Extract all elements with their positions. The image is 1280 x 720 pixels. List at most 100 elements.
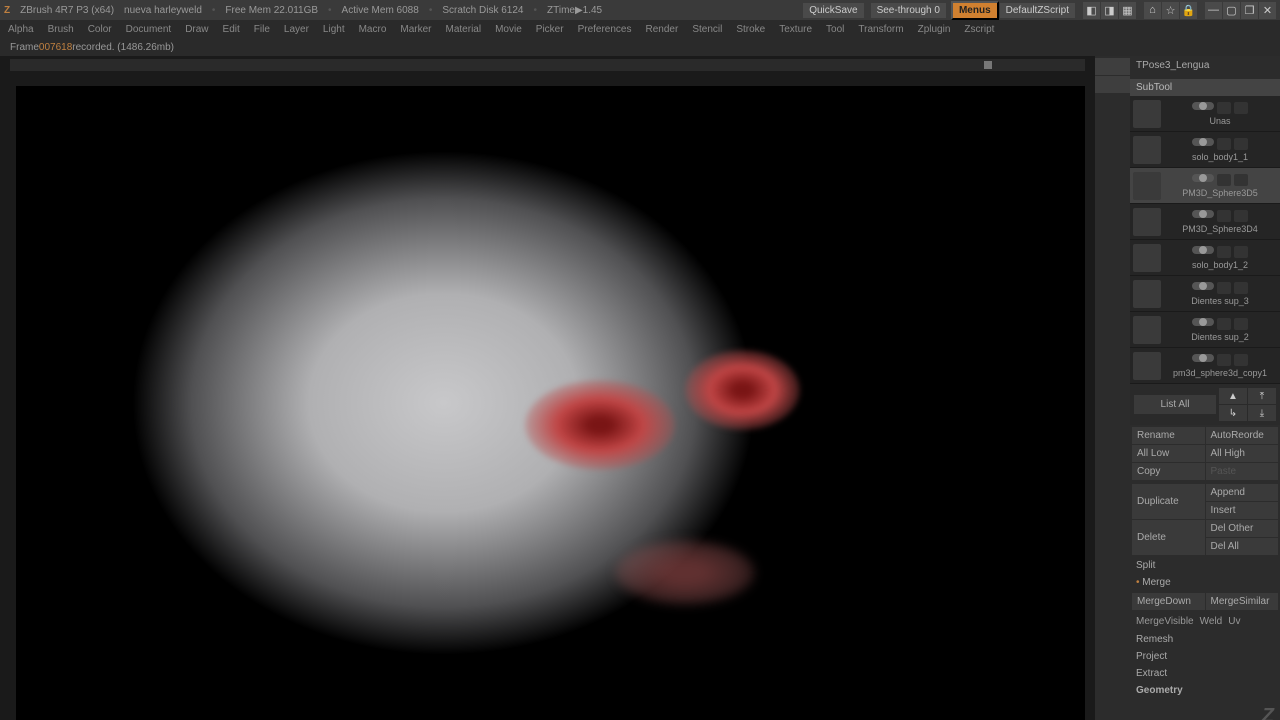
menu-tool[interactable]: Tool bbox=[826, 24, 844, 35]
polypaint-icon[interactable] bbox=[1217, 102, 1231, 114]
tray-icon-2[interactable]: ◨ bbox=[1101, 2, 1118, 19]
lightbox-icon[interactable]: ☆ bbox=[1162, 2, 1179, 19]
merge-down-button[interactable]: MergeDown bbox=[1132, 593, 1205, 610]
minimize-icon[interactable]: — bbox=[1205, 2, 1222, 19]
visibility-toggle[interactable] bbox=[1192, 174, 1214, 182]
lock-icon[interactable]: 🔒 bbox=[1180, 2, 1197, 19]
restore-icon[interactable]: ❐ bbox=[1241, 2, 1258, 19]
quicksave-button[interactable]: QuickSave bbox=[803, 3, 863, 18]
subtool-row[interactable]: solo_body1_1 bbox=[1130, 132, 1280, 168]
menu-macro[interactable]: Macro bbox=[359, 24, 387, 35]
viewport-timeline[interactable] bbox=[10, 59, 1085, 71]
eye-icon[interactable] bbox=[1234, 174, 1248, 186]
menu-file[interactable]: File bbox=[254, 24, 270, 35]
split-section[interactable]: Split bbox=[1130, 557, 1280, 574]
viewport-canvas[interactable] bbox=[16, 86, 1085, 720]
all-low-button[interactable]: All Low bbox=[1132, 445, 1205, 462]
merge-section[interactable]: Merge bbox=[1130, 574, 1280, 591]
see-through-button[interactable]: See-through 0 bbox=[871, 3, 946, 18]
shelf-icon[interactable] bbox=[1095, 76, 1130, 93]
copy-button[interactable]: Copy bbox=[1132, 463, 1205, 480]
polypaint-icon[interactable] bbox=[1217, 318, 1231, 330]
polypaint-icon[interactable] bbox=[1217, 174, 1231, 186]
eye-icon[interactable] bbox=[1234, 282, 1248, 294]
polypaint-icon[interactable] bbox=[1217, 210, 1231, 222]
merge-visible-button[interactable]: MergeVisible bbox=[1136, 614, 1194, 629]
all-high-button[interactable]: All High bbox=[1206, 445, 1279, 462]
menu-material[interactable]: Material bbox=[446, 24, 482, 35]
close-icon[interactable]: ✕ bbox=[1259, 2, 1276, 19]
merge-similar-button[interactable]: MergeSimilar bbox=[1206, 593, 1279, 610]
menu-zplugin[interactable]: Zplugin bbox=[918, 24, 951, 35]
polypaint-icon[interactable] bbox=[1217, 354, 1231, 366]
project-section[interactable]: Project bbox=[1130, 648, 1280, 665]
del-other-button[interactable]: Del Other bbox=[1206, 520, 1279, 537]
menu-stencil[interactable]: Stencil bbox=[692, 24, 722, 35]
menu-draw[interactable]: Draw bbox=[185, 24, 208, 35]
polypaint-icon[interactable] bbox=[1217, 246, 1231, 258]
subtool-row[interactable]: solo_body1_2 bbox=[1130, 240, 1280, 276]
append-button[interactable]: Append bbox=[1206, 484, 1279, 501]
visibility-toggle[interactable] bbox=[1192, 246, 1214, 254]
visibility-toggle[interactable] bbox=[1192, 282, 1214, 290]
rename-button[interactable]: Rename bbox=[1132, 427, 1205, 444]
list-all-button[interactable]: List All bbox=[1134, 395, 1216, 414]
eye-icon[interactable] bbox=[1234, 318, 1248, 330]
tray-icon[interactable]: ◧ bbox=[1083, 2, 1100, 19]
menu-edit[interactable]: Edit bbox=[223, 24, 240, 35]
move-up-icon[interactable]: ▲ bbox=[1219, 388, 1247, 404]
shelf-icon[interactable] bbox=[1095, 58, 1130, 75]
menu-document[interactable]: Document bbox=[126, 24, 172, 35]
home-icon[interactable]: ⌂ bbox=[1144, 2, 1161, 19]
visibility-toggle[interactable] bbox=[1192, 210, 1214, 218]
tray-icon-3[interactable]: ▦ bbox=[1119, 2, 1136, 19]
subtool-row[interactable]: pm3d_sphere3d_copy1 bbox=[1130, 348, 1280, 384]
menu-layer[interactable]: Layer bbox=[284, 24, 309, 35]
menu-brush[interactable]: Brush bbox=[48, 24, 74, 35]
menu-stroke[interactable]: Stroke bbox=[736, 24, 765, 35]
eye-icon[interactable] bbox=[1234, 246, 1248, 258]
move-bottom-icon[interactable]: ⤓ bbox=[1248, 405, 1276, 421]
delete-button[interactable]: Delete bbox=[1132, 520, 1205, 555]
subtool-row[interactable]: Dientes sup_2 bbox=[1130, 312, 1280, 348]
autoreorder-button[interactable]: AutoReorde bbox=[1206, 427, 1279, 444]
paste-button[interactable]: Paste bbox=[1206, 463, 1279, 480]
del-all-button[interactable]: Del All bbox=[1206, 538, 1279, 555]
remesh-section[interactable]: Remesh bbox=[1130, 631, 1280, 648]
eye-icon[interactable] bbox=[1234, 138, 1248, 150]
menu-alpha[interactable]: Alpha bbox=[8, 24, 34, 35]
menu-texture[interactable]: Texture bbox=[779, 24, 812, 35]
menu-color[interactable]: Color bbox=[88, 24, 112, 35]
extract-section[interactable]: Extract bbox=[1130, 665, 1280, 682]
duplicate-button[interactable]: Duplicate bbox=[1132, 484, 1205, 519]
move-down-icon[interactable]: ↳ bbox=[1219, 405, 1247, 421]
uv-button[interactable]: Uv bbox=[1228, 614, 1240, 629]
menu-movie[interactable]: Movie bbox=[495, 24, 522, 35]
move-top-icon[interactable]: ⤒ bbox=[1248, 388, 1276, 404]
visibility-toggle[interactable] bbox=[1192, 354, 1214, 362]
polypaint-icon[interactable] bbox=[1217, 138, 1231, 150]
menu-transform[interactable]: Transform bbox=[858, 24, 903, 35]
maximize-icon[interactable]: ▢ bbox=[1223, 2, 1240, 19]
polypaint-icon[interactable] bbox=[1217, 282, 1231, 294]
subtool-row[interactable]: Unas bbox=[1130, 96, 1280, 132]
eye-icon[interactable] bbox=[1234, 210, 1248, 222]
menu-render[interactable]: Render bbox=[646, 24, 679, 35]
subtool-row[interactable]: PM3D_Sphere3D5 bbox=[1130, 168, 1280, 204]
eye-icon[interactable] bbox=[1234, 102, 1248, 114]
menu-picker[interactable]: Picker bbox=[536, 24, 564, 35]
visibility-toggle[interactable] bbox=[1192, 318, 1214, 326]
eye-icon[interactable] bbox=[1234, 354, 1248, 366]
weld-button[interactable]: Weld bbox=[1200, 614, 1223, 629]
menu-marker[interactable]: Marker bbox=[400, 24, 431, 35]
menu-preferences[interactable]: Preferences bbox=[578, 24, 632, 35]
geometry-section[interactable]: Geometry bbox=[1130, 682, 1280, 699]
subtool-row[interactable]: Dientes sup_3 bbox=[1130, 276, 1280, 312]
subtool-row[interactable]: PM3D_Sphere3D4 bbox=[1130, 204, 1280, 240]
menu-zscript[interactable]: Zscript bbox=[964, 24, 994, 35]
menus-button[interactable]: Menus bbox=[951, 1, 999, 20]
menu-light[interactable]: Light bbox=[323, 24, 345, 35]
insert-button[interactable]: Insert bbox=[1206, 502, 1279, 519]
default-zscript-button[interactable]: DefaultZScript bbox=[1000, 3, 1075, 18]
visibility-toggle[interactable] bbox=[1192, 138, 1214, 146]
